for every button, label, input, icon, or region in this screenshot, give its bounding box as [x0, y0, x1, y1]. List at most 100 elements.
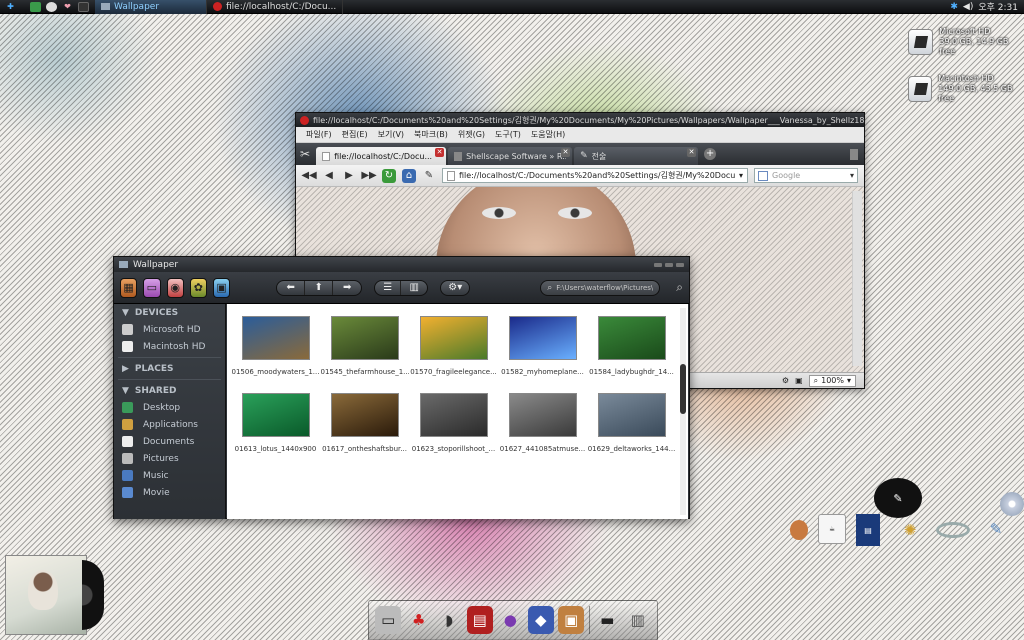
menu-tools[interactable]: 도구(T) [495, 129, 521, 140]
window-controls[interactable] [654, 262, 684, 267]
forward-icon[interactable]: ➡ [333, 281, 361, 295]
finder-titlebar[interactable]: Wallpaper [114, 257, 689, 272]
image-icon[interactable] [30, 1, 41, 12]
finder-window[interactable]: Wallpaper ▦ ▭ ◉ ✿ ▣ ⬅ ⬆ ➡ ☰ ▥ ⚙▾ ⌕ F:\Us… [113, 256, 690, 519]
up-icon[interactable]: ⬆ [305, 280, 334, 295]
home-icon[interactable]: ⌂ [402, 168, 416, 183]
shelf-pen-icon[interactable]: ✎ [984, 518, 1008, 540]
sidebar-item-macintosh-hd[interactable]: Macintosh HD [114, 338, 225, 355]
bulb-icon[interactable]: ● [497, 606, 523, 634]
close-icon[interactable] [676, 262, 684, 267]
cassette-icon[interactable]: ▬ [594, 606, 620, 634]
sidebar-section-shared[interactable]: ▼ SHARED [114, 382, 225, 399]
scrollbar-thumb[interactable] [680, 364, 686, 414]
tab-file[interactable]: file://localhost/C:/Docu... ✕ [316, 147, 447, 165]
close-icon[interactable]: ✕ [561, 148, 571, 157]
photo-app-icon[interactable]: ▣ [213, 277, 231, 298]
menu-edit[interactable]: 편집(E) [342, 129, 368, 140]
file-item[interactable]: 01623_stoporillshoot_... [409, 393, 498, 453]
file-item[interactable]: 01506_moodywaters_1... [231, 316, 320, 376]
sidebar-item-music[interactable]: Music [114, 467, 225, 484]
back-icon[interactable]: ⬅ [277, 280, 306, 295]
camera-icon[interactable]: ▣ [795, 376, 803, 385]
file-item[interactable]: 01627_441085atmuse... [498, 393, 587, 453]
sidebar-item-applications[interactable]: Applications [114, 416, 225, 433]
album-art-widget[interactable] [5, 555, 87, 635]
sunflower-app-icon[interactable]: ✿ [189, 277, 207, 298]
minimize-icon[interactable] [654, 262, 662, 267]
file-item[interactable]: 01582_myhomeplane... [498, 316, 587, 376]
sidebar-item-microsoft-hd[interactable]: Microsoft HD [114, 321, 225, 338]
menu-help[interactable]: 도움말(H) [531, 129, 565, 140]
menu-widgets[interactable]: 위젯(G) [458, 129, 485, 140]
mushroom-icon[interactable]: ♣ [406, 606, 432, 634]
shelf-bracelet-icon[interactable] [936, 522, 970, 538]
file-item[interactable]: 01545_thefarmhouse_1... [320, 316, 409, 376]
screen-app-icon[interactable]: ▭ [143, 277, 161, 298]
shelf-book-icon[interactable]: ▤ [856, 514, 880, 546]
search-input[interactable]: Google ▾ [754, 168, 858, 183]
browser-titlebar[interactable]: file://localhost/C:/Documents%20and%20Se… [296, 113, 864, 127]
cube-icon[interactable]: ◆ [527, 606, 554, 634]
tab-shellscape[interactable]: Shellscape Software » R... ✕ [448, 147, 573, 165]
trash-icon[interactable] [850, 148, 858, 160]
sidebar-section-places[interactable]: ▶ PLACES [114, 360, 225, 377]
new-tab-button[interactable]: + [704, 148, 717, 160]
shelf-logo-icon[interactable]: ✎ [874, 478, 922, 518]
vertical-scrollbar[interactable] [852, 191, 862, 366]
shelf-toy-icon[interactable] [790, 520, 808, 540]
picture-app-icon[interactable]: ▦ [120, 277, 138, 298]
sidebar-item-movie[interactable]: Movie [114, 484, 225, 501]
desktop-icon-microsoft-hd[interactable]: Microsoft HD 39.0 GB, 14.9 GB free [908, 27, 1024, 57]
gear-icon[interactable]: ⚙ [782, 376, 789, 385]
address-bar[interactable]: file://localhost/C:/Documents%20and%20Se… [442, 168, 748, 183]
sidebar-item-documents[interactable]: Documents [114, 433, 225, 450]
chevron-down-icon[interactable]: ▾ [850, 171, 854, 180]
fast-forward-icon[interactable]: ▶▶ [361, 169, 376, 183]
action-button[interactable]: ⚙▾ [440, 279, 471, 296]
forward-icon[interactable]: ▶ [342, 169, 356, 183]
edit-icon[interactable]: ✎ [422, 169, 436, 183]
file-item[interactable]: 01617_ontheshaftsbur... [320, 393, 409, 453]
list-view-icon[interactable]: ☰ [375, 280, 402, 295]
menu-view[interactable]: 보기(V) [378, 129, 404, 140]
tools-icon[interactable]: ✂ [300, 147, 310, 161]
menu-file[interactable]: 파일(F) [306, 129, 332, 140]
search-input[interactable]: ⌕ F:\Users\waterflow\Pictures\ [540, 279, 661, 296]
book-icon[interactable]: ▤ [466, 606, 493, 634]
shelf-flower-icon[interactable]: ✺ [896, 515, 924, 545]
clock[interactable]: 오후 2:31 [978, 0, 1018, 13]
clock-icon[interactable] [46, 1, 57, 12]
task-wallpaper[interactable]: Wallpaper [95, 0, 207, 14]
file-grid-area[interactable]: 01506_moodywaters_1... 01545_thefarmhous… [227, 304, 688, 519]
maximize-icon[interactable] [665, 262, 673, 267]
plus-icon[interactable]: ✚ [5, 2, 16, 12]
volume-icon[interactable]: ◀) [963, 2, 973, 12]
chevron-down-icon[interactable]: ▾ [739, 171, 743, 180]
sidebar-item-desktop[interactable]: Desktop [114, 399, 225, 416]
file-item[interactable]: 01570_fragileelegance... [409, 316, 498, 376]
settings-app-icon[interactable]: ◉ [166, 277, 184, 298]
shelf-mug-icon[interactable]: ☕ [818, 514, 846, 544]
task-browser[interactable]: file://localhost/C:/Docu... [207, 0, 344, 14]
back-icon[interactable]: ◀ [322, 169, 336, 183]
desktop-icon-macintosh-hd[interactable]: Macintosh HD 149.0 GB, 43.5 GB free [908, 74, 1024, 104]
trash-icon[interactable]: ▥ [625, 606, 651, 634]
vertical-scrollbar[interactable] [680, 308, 686, 515]
search-icon[interactable]: ⌕ [676, 280, 683, 295]
shelf-cd-icon[interactable] [1000, 492, 1024, 516]
file-item[interactable]: 01613_lotus_1440x900 [231, 393, 320, 453]
sidebar-section-devices[interactable]: ▼ DEVICES [114, 304, 225, 321]
sidebar-item-pictures[interactable]: Pictures [114, 450, 225, 467]
close-icon[interactable]: ✕ [435, 148, 445, 157]
column-view-icon[interactable]: ▥ [401, 281, 427, 295]
bluetooth-icon[interactable]: ✱ [950, 2, 958, 12]
mouse-icon[interactable]: ◗ [436, 606, 462, 634]
file-item[interactable]: 01584_ladybughdr_14... [587, 316, 676, 376]
close-icon[interactable]: ✕ [687, 148, 697, 157]
box-icon[interactable]: ▣ [558, 606, 585, 634]
menu-bookmarks[interactable]: 북마크(B) [414, 129, 448, 140]
zoom-control[interactable]: ⌕ 100% ▾ [808, 374, 856, 387]
file-item[interactable]: 01629_deltaworks_144... [587, 393, 676, 453]
computer-icon[interactable]: ▭ [375, 606, 402, 634]
